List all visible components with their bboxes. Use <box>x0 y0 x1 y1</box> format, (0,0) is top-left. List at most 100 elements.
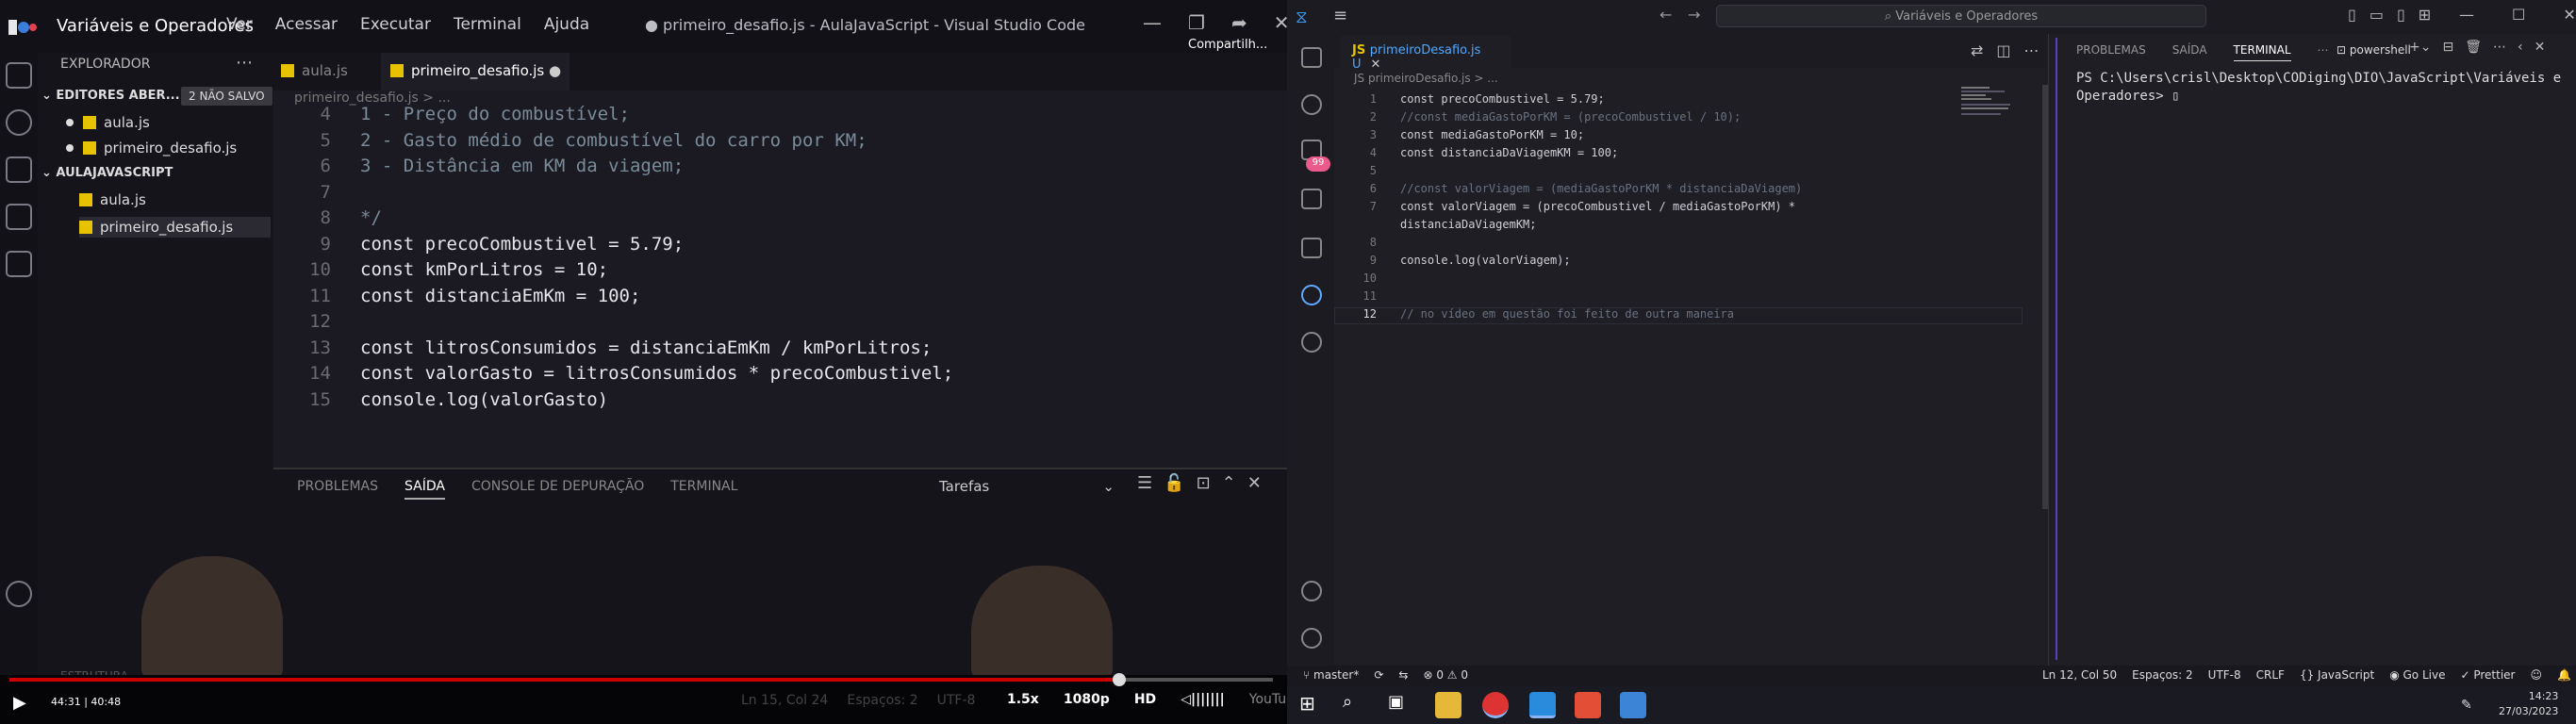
code-line[interactable]: const valorViagem = (precoCombustivel / … <box>1400 200 1795 213</box>
go-live[interactable]: ◉ Go Live <box>2389 668 2445 682</box>
close-tab-icon[interactable]: ✕ <box>1371 58 1381 72</box>
unsaved-dot-icon <box>66 119 74 126</box>
task-view-icon[interactable]: ▣ <box>1388 692 1414 718</box>
liveshare-icon[interactable]: ⇆ <box>1398 668 1408 682</box>
faint-status-spaces: Espaços: 2 <box>847 693 918 708</box>
feedback-icon[interactable]: ☺ <box>2530 668 2542 682</box>
pen-icon[interactable]: ✎ <box>2461 698 2472 713</box>
file-primeiro-desafio: primeiro_desafio.js <box>79 217 272 238</box>
code-line[interactable]: const distanciaDaViagemKM = 100; <box>1400 146 1618 159</box>
menu-ajuda: Ajuda <box>543 15 590 34</box>
play-icon[interactable]: ▶ <box>13 693 26 713</box>
line-number: 9 <box>1369 254 1377 267</box>
panel-sash[interactable] <box>2056 38 2057 660</box>
line-number: 11 <box>309 285 331 306</box>
code-line[interactable]: const precoCombustivel = 5.79; <box>1400 92 1605 106</box>
encoding[interactable]: UTF-8 <box>2208 668 2241 682</box>
code-line[interactable]: distanciaDaViagemKM; <box>1400 218 1537 231</box>
file-explorer-icon[interactable] <box>1435 692 1461 718</box>
timeline-icon[interactable] <box>1301 332 1322 353</box>
code-line[interactable]: // no vídeo em questão foi feito de outr… <box>1400 307 1734 321</box>
volume-icon[interactable]: ◁||||||| <box>1181 692 1225 707</box>
git-branch[interactable]: ⑂ master* <box>1303 668 1359 682</box>
chevron-up-icon: ⌃ <box>1221 473 1236 493</box>
problems-count[interactable]: ⊗ 0 ⚠ 0 <box>1423 668 1468 682</box>
toggle-panel-icon[interactable]: ▭ <box>2370 6 2384 24</box>
customize-layout-icon[interactable]: ⊞ <box>2419 6 2431 24</box>
chrome-icon[interactable] <box>1482 692 1509 718</box>
share-icon[interactable]: ➦ <box>1231 11 1247 34</box>
search-icon[interactable]: ⌕ <box>1343 692 1369 718</box>
vscode-taskbar-icon[interactable] <box>1529 692 1556 718</box>
maximize-icon[interactable]: ☐ <box>2512 6 2525 24</box>
line-ending[interactable]: CRLF <box>2256 668 2285 682</box>
terminal-output[interactable]: PS C:\Users\crisl\Desktop\CODiging\DIO\J… <box>2076 70 2567 106</box>
taskbar-clock[interactable]: 14:23 27/03/2023 <box>2499 689 2558 719</box>
hamburger-menu-icon[interactable]: ≡ <box>1333 6 1347 25</box>
sync-icon[interactable]: ⟳ <box>1374 668 1383 682</box>
term-tab-terminal[interactable]: TERMINAL <box>2233 43 2291 61</box>
command-center-search[interactable]: ⌕ Variáveis e Operadores <box>1716 5 2206 27</box>
code-line[interactable]: //const valorViagem = (mediaGastoPorKM *… <box>1400 182 1802 195</box>
term-tab-output[interactable]: SAÍDA <box>2172 43 2207 61</box>
extensions-icon[interactable] <box>1301 238 1322 258</box>
windows-taskbar <box>1287 686 2576 724</box>
js-file-icon <box>281 64 294 77</box>
trash-icon[interactable]: 🗑 <box>2465 40 2482 55</box>
toggle-secondary-sidebar-icon[interactable]: ▯ <box>2397 6 2405 24</box>
line-number: 14 <box>309 363 331 384</box>
code-line: console.log(valorGasto) <box>360 388 609 410</box>
code-line[interactable]: console.log(valorViagem); <box>1400 254 1571 267</box>
gear-icon[interactable] <box>1301 628 1322 649</box>
playback-speed[interactable]: 1.5x <box>1007 692 1039 707</box>
search-icon: ⌕ <box>1884 9 1896 24</box>
toggle-sidebar-icon[interactable]: ▯ <box>2348 6 2356 24</box>
more-tabs-icon[interactable]: ⋯ <box>2318 43 2329 61</box>
windows-start-icon[interactable]: ⊞ <box>1299 692 1326 718</box>
video-quality[interactable]: 1080p <box>1064 692 1110 707</box>
cursor-position[interactable]: Ln 12, Col 50 <box>2042 668 2117 682</box>
language-mode[interactable]: {} JavaScript <box>2300 668 2374 682</box>
code-line[interactable]: //const mediaGastoPorKM = (precoCombusti… <box>1400 110 1741 123</box>
minimap[interactable] <box>1961 85 2018 117</box>
open-editor-aula: aula.js <box>66 114 150 131</box>
tab-primeiro-desafio[interactable]: JS primeiroDesafio.js U ✕ <box>1341 36 1511 72</box>
account-icon <box>6 581 32 607</box>
notifications-icon[interactable]: 🔔 <box>2557 668 2571 682</box>
explorer-title: EXPLORADOR <box>60 57 151 72</box>
video-scrubber-handle[interactable] <box>1113 673 1126 686</box>
app-icon[interactable] <box>1620 692 1646 718</box>
edge-icon[interactable] <box>1301 285 1322 305</box>
explorer-icon[interactable] <box>1301 47 1322 68</box>
compare-icon[interactable]: ⇄ <box>1971 41 1983 59</box>
chevron-left-icon[interactable]: ‹ <box>2518 40 2523 55</box>
close-icon[interactable]: ✕ <box>2563 6 2575 24</box>
more-actions-icon[interactable]: ⋯ <box>2024 41 2039 59</box>
term-tab-problems[interactable]: PROBLEMAS <box>2076 43 2146 61</box>
menu-acessar: Acessar <box>274 15 339 34</box>
account-icon[interactable] <box>1301 581 1322 601</box>
split-terminal-icon[interactable]: ⊟ <box>2442 40 2453 55</box>
open-editor-primeiro-desafio: primeiro_desafio.js <box>66 140 237 156</box>
unsaved-dot-icon <box>66 144 74 152</box>
terminal-shell-label[interactable]: ⊡ powershell <box>2337 43 2411 57</box>
prettier[interactable]: ✓ Prettier <box>2460 668 2515 682</box>
minimize-icon[interactable]: — <box>2459 6 2474 24</box>
close-panel-icon[interactable]: ✕ <box>2535 40 2546 55</box>
new-terminal-icon[interactable]: +⌄ <box>2409 40 2431 55</box>
unsaved-badge: 2 NÃO SALVO <box>181 87 272 106</box>
split-editor-icon[interactable]: ◫ <box>1996 41 2010 59</box>
back-arrow-icon[interactable]: ← <box>1660 6 1672 24</box>
video-channel-title: Variáveis e Operadores <box>57 16 254 36</box>
lock-icon: 🔓 <box>1164 473 1185 493</box>
vscode-breadcrumb[interactable]: JS primeiroDesafio.js > ... <box>1354 72 1498 85</box>
search-icon[interactable] <box>1301 94 1322 115</box>
indentation[interactable]: Espaços: 2 <box>2132 668 2193 682</box>
figma-icon[interactable] <box>1575 692 1601 718</box>
run-debug-icon[interactable] <box>1301 189 1322 209</box>
code-line: 2 - Gasto médio de combustível do carro … <box>360 129 867 151</box>
terminal-panel <box>2048 34 2576 666</box>
terminal-more-icon[interactable]: ⋯ <box>2493 40 2506 55</box>
code-line[interactable]: const mediaGastoPorKM = 10; <box>1400 128 1584 141</box>
forward-arrow-icon[interactable]: → <box>1688 6 1700 24</box>
